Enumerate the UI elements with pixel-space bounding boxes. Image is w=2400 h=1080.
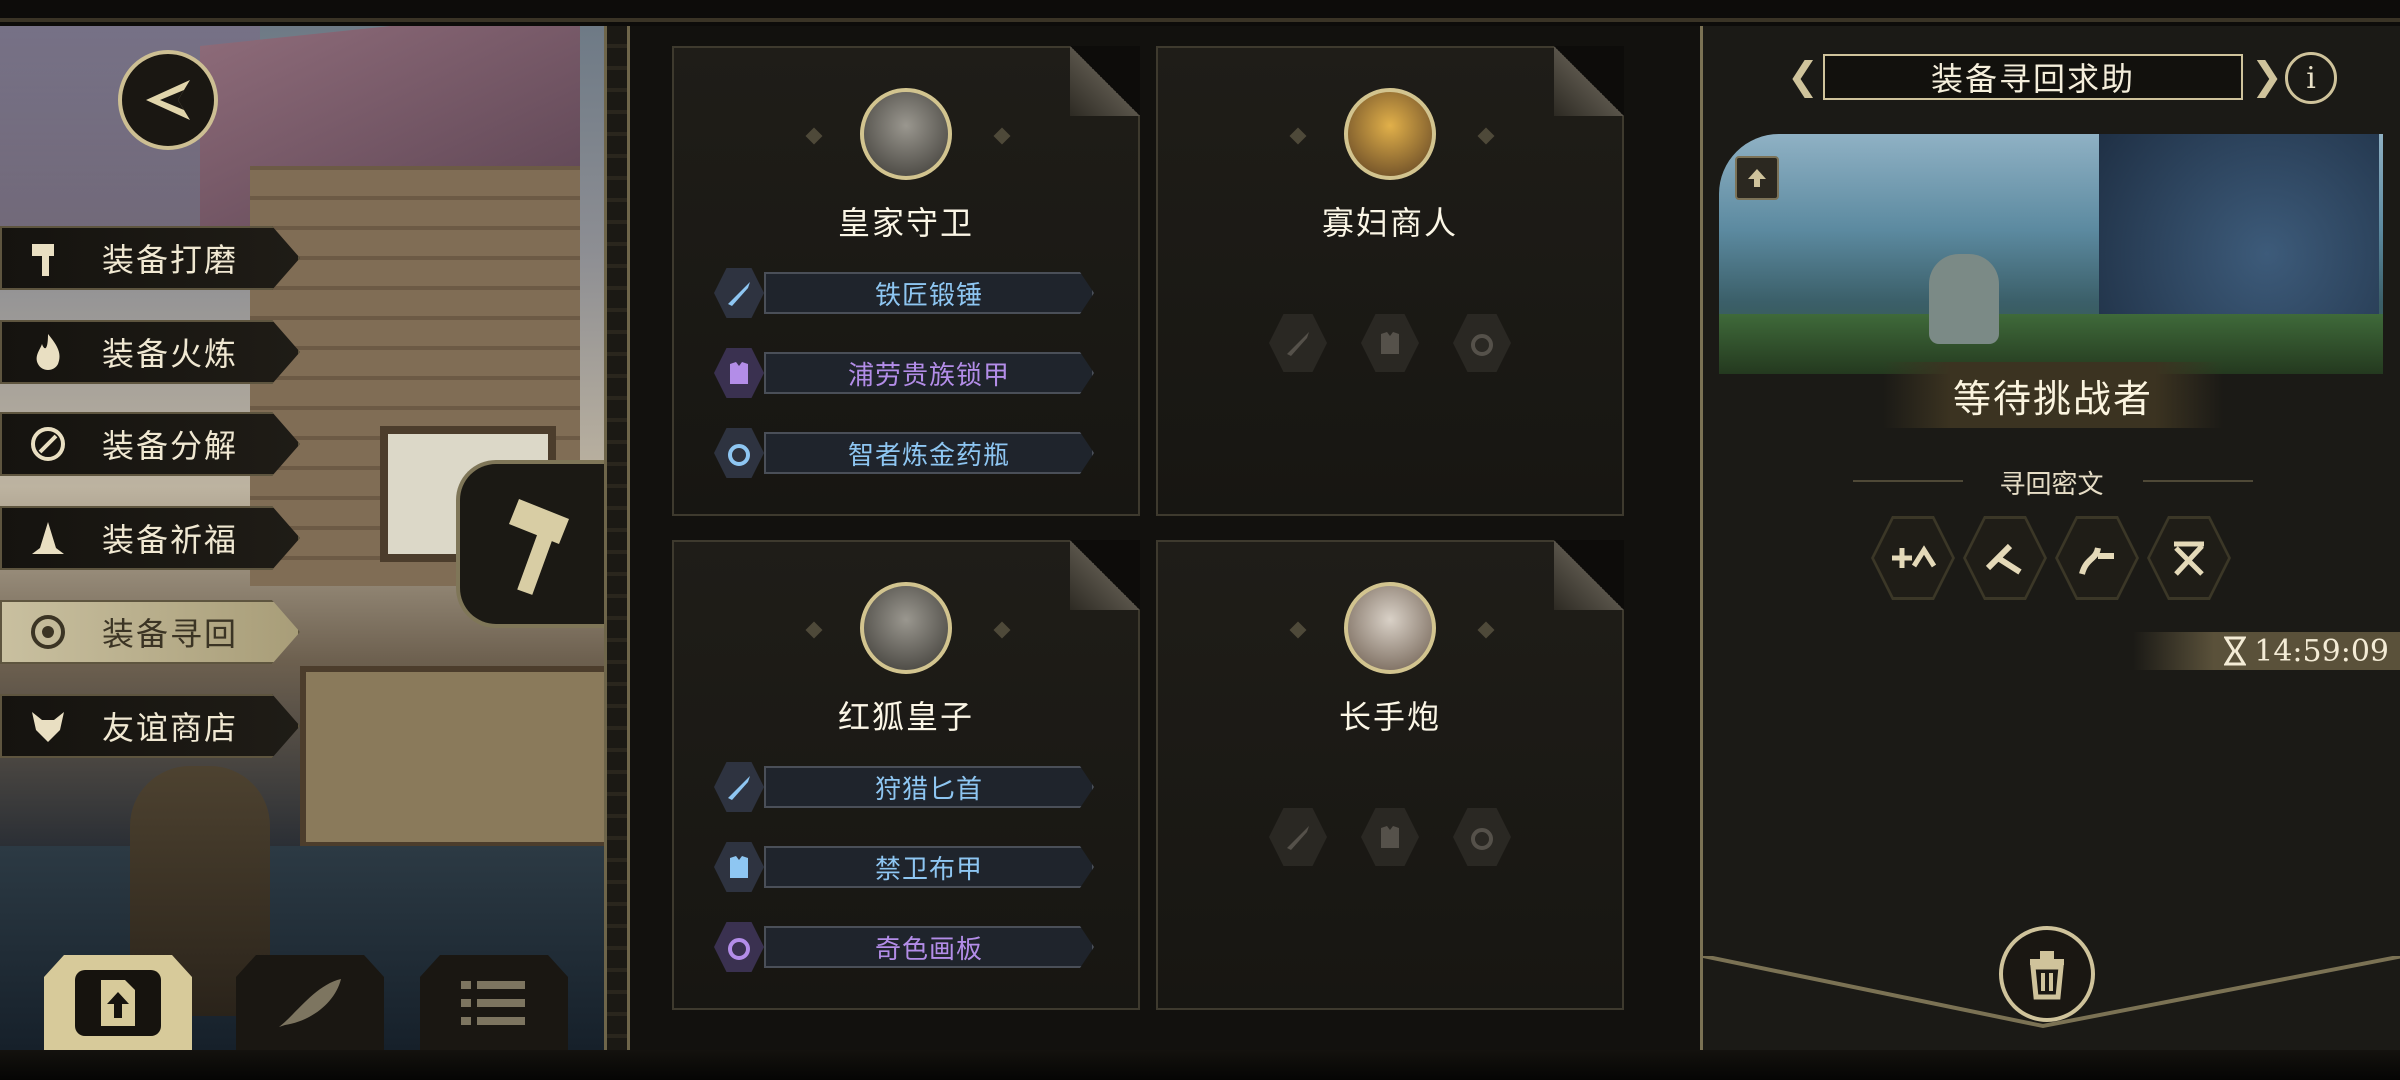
rune-1-icon xyxy=(1892,545,1937,568)
info-button[interactable]: i xyxy=(2285,52,2337,104)
menu-item[interactable]: 装备分解 xyxy=(0,412,300,476)
timer-value: 14:59:09 xyxy=(2254,633,2389,669)
flame-icon xyxy=(26,330,70,374)
equipment-item[interactable]: 奇色画板 xyxy=(714,922,1094,972)
menu-item[interactable]: 装备祈福 xyxy=(0,506,300,570)
armor-icon xyxy=(714,348,764,398)
rune-4-icon xyxy=(2174,541,2204,576)
hourglass-icon xyxy=(2224,636,2247,666)
helper-card[interactable]: 红狐皇子 狩猎匕首 禁卫布甲 奇色画板 xyxy=(672,540,1140,1010)
menu-item-label: 装备分解 xyxy=(102,427,239,465)
back-arrow-icon xyxy=(146,80,190,120)
helper-name: 红狐皇子 xyxy=(837,698,974,736)
empty-equipment-slots xyxy=(1158,808,1622,866)
list-icon xyxy=(461,981,525,1025)
rune-3-icon xyxy=(2079,547,2114,575)
empty-equipment-slots xyxy=(1158,314,1622,372)
sword-icon xyxy=(714,268,764,318)
helper-card[interactable]: 皇家守卫 铁匠锻锤 浦劳贵族锁甲 智者炼金药瓶 xyxy=(672,46,1140,516)
armor-icon xyxy=(1361,314,1419,372)
hammer-icon xyxy=(509,499,569,595)
panel-title: 装备寻回求助 xyxy=(1823,54,2243,100)
bottom-border xyxy=(0,1050,2400,1080)
runes-heading: 寻回密文 xyxy=(1999,470,2104,500)
upload-button[interactable] xyxy=(44,955,192,1051)
equipment-item[interactable]: 铁匠锻锤 xyxy=(714,268,1094,318)
helper-name: 长手炮 xyxy=(1338,698,1441,736)
rune-slot xyxy=(2055,516,2139,600)
panel-divider xyxy=(604,26,630,1050)
rune-slot xyxy=(2147,516,2231,600)
ring-icon xyxy=(1453,808,1511,866)
ring-icon xyxy=(714,428,764,478)
menu-item[interactable]: 装备寻回 xyxy=(0,600,300,664)
equipment-item[interactable]: 狩猎匕首 xyxy=(714,762,1094,812)
avatar xyxy=(860,88,952,180)
rune-list xyxy=(1871,516,2231,600)
recovery-panel: ❮ 装备寻回求助 ❯ i 等待挑战者 寻回密文 14:59:09 xyxy=(1700,26,2400,1050)
equipment-item[interactable]: 浦劳贵族锁甲 xyxy=(714,348,1094,398)
trash-button[interactable] xyxy=(1999,926,2095,1022)
menu-item-label: 装备打磨 xyxy=(102,241,239,279)
hammer-icon xyxy=(26,236,70,280)
equipment-item[interactable]: 禁卫布甲 xyxy=(714,842,1094,892)
helper-name: 皇家守卫 xyxy=(837,204,974,242)
menu-item[interactable]: 友谊商店 xyxy=(0,694,300,758)
armor-icon xyxy=(1361,808,1419,866)
menu-item-label: 友谊商店 xyxy=(102,709,239,747)
countdown-timer: 14:59:09 xyxy=(2133,632,2400,670)
next-arrow-icon[interactable]: ❯ xyxy=(2251,56,2283,96)
ring-icon xyxy=(1453,314,1511,372)
menu-item[interactable]: 装备打磨 xyxy=(0,226,300,290)
disassemble-icon xyxy=(26,422,70,466)
pray-hands-icon xyxy=(26,516,70,560)
menu-item-label: 装备火炼 xyxy=(102,335,239,373)
helper-card[interactable]: 长手炮 xyxy=(1156,540,1624,1010)
feather-button[interactable] xyxy=(236,955,384,1051)
target-icon xyxy=(26,610,70,654)
upload-icon[interactable] xyxy=(1735,156,1779,200)
equipment-item[interactable]: 智者炼金药瓶 xyxy=(714,428,1094,478)
ring-icon xyxy=(714,922,764,972)
helper-card[interactable]: 寡妇商人 xyxy=(1156,46,1624,516)
status-banner: 等待挑战者 xyxy=(1883,362,2223,428)
dagger-icon xyxy=(714,762,764,812)
back-button[interactable] xyxy=(118,50,218,150)
sword-icon xyxy=(1269,314,1327,372)
top-border xyxy=(0,18,2400,22)
rune-2-icon xyxy=(1985,543,2022,575)
avatar xyxy=(860,582,952,674)
avatar xyxy=(1344,582,1436,674)
menu-item[interactable]: 装备火炼 xyxy=(0,320,300,384)
rune-slot xyxy=(1871,516,1955,600)
fox-icon xyxy=(26,704,70,748)
rune-slot xyxy=(1963,516,2047,600)
prev-arrow-icon[interactable]: ❮ xyxy=(1787,56,1819,96)
stage-preview-image xyxy=(1719,134,2383,374)
side-hammer-tab[interactable] xyxy=(456,460,608,628)
avatar xyxy=(1344,88,1436,180)
armor-icon xyxy=(714,842,764,892)
menu-item-label: 装备寻回 xyxy=(102,615,239,653)
helper-name: 寡妇商人 xyxy=(1321,204,1458,242)
feather-icon xyxy=(279,979,341,1027)
menu-item-label: 装备祈福 xyxy=(102,521,239,559)
list-button[interactable] xyxy=(420,955,568,1051)
upload-icon xyxy=(101,980,135,1026)
trash-icon xyxy=(2030,951,2064,1000)
sword-icon xyxy=(1269,808,1327,866)
